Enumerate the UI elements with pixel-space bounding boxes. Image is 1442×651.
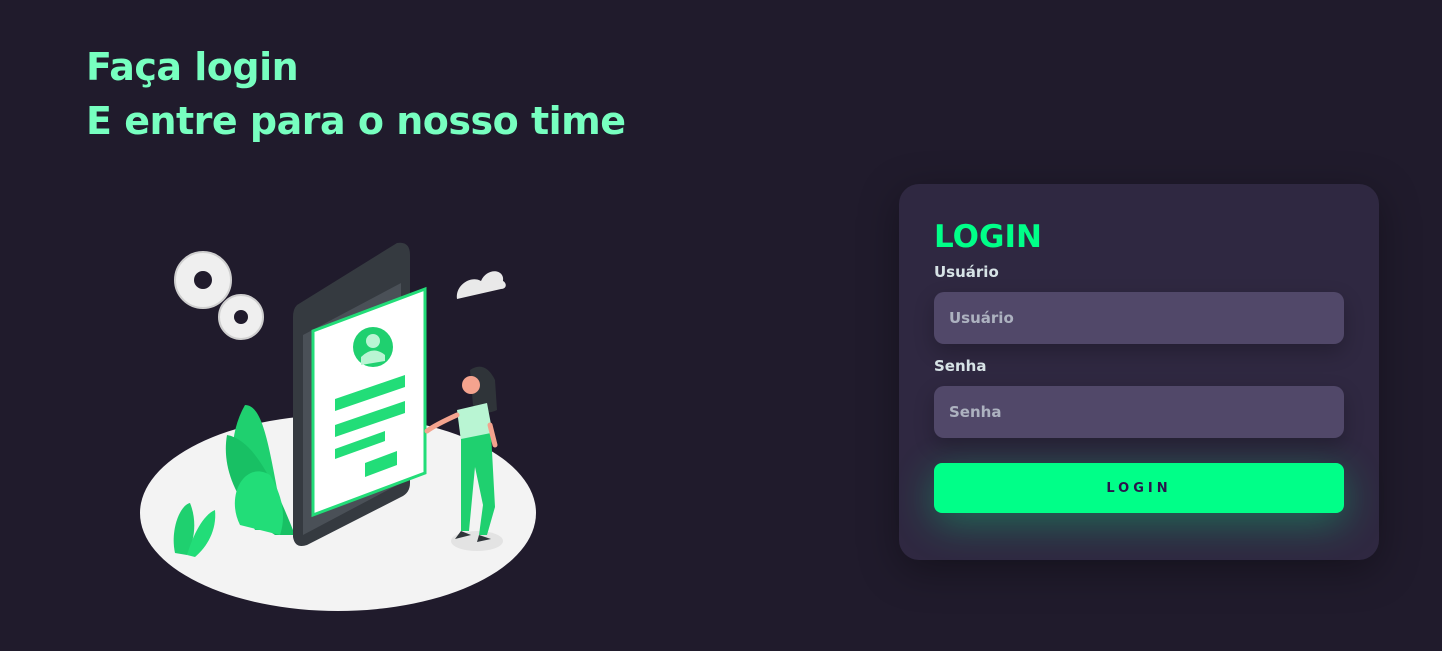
mobile-login-illustration xyxy=(140,242,536,611)
login-title: LOGIN xyxy=(934,219,1042,255)
page-headline: Faça login E entre para o nosso time xyxy=(86,40,626,148)
password-label: Senha xyxy=(934,357,987,375)
cloud xyxy=(456,271,506,299)
login-button[interactable]: LOGIN xyxy=(934,463,1344,513)
login-card: LOGIN Usuário Senha LOGIN xyxy=(899,184,1379,560)
username-label: Usuário xyxy=(934,263,999,281)
password-input[interactable] xyxy=(934,386,1344,438)
headline-line-1: Faça login xyxy=(86,45,299,89)
gears xyxy=(174,251,264,340)
username-input[interactable] xyxy=(934,292,1344,344)
headline-line-2: E entre para o nosso time xyxy=(86,99,626,143)
